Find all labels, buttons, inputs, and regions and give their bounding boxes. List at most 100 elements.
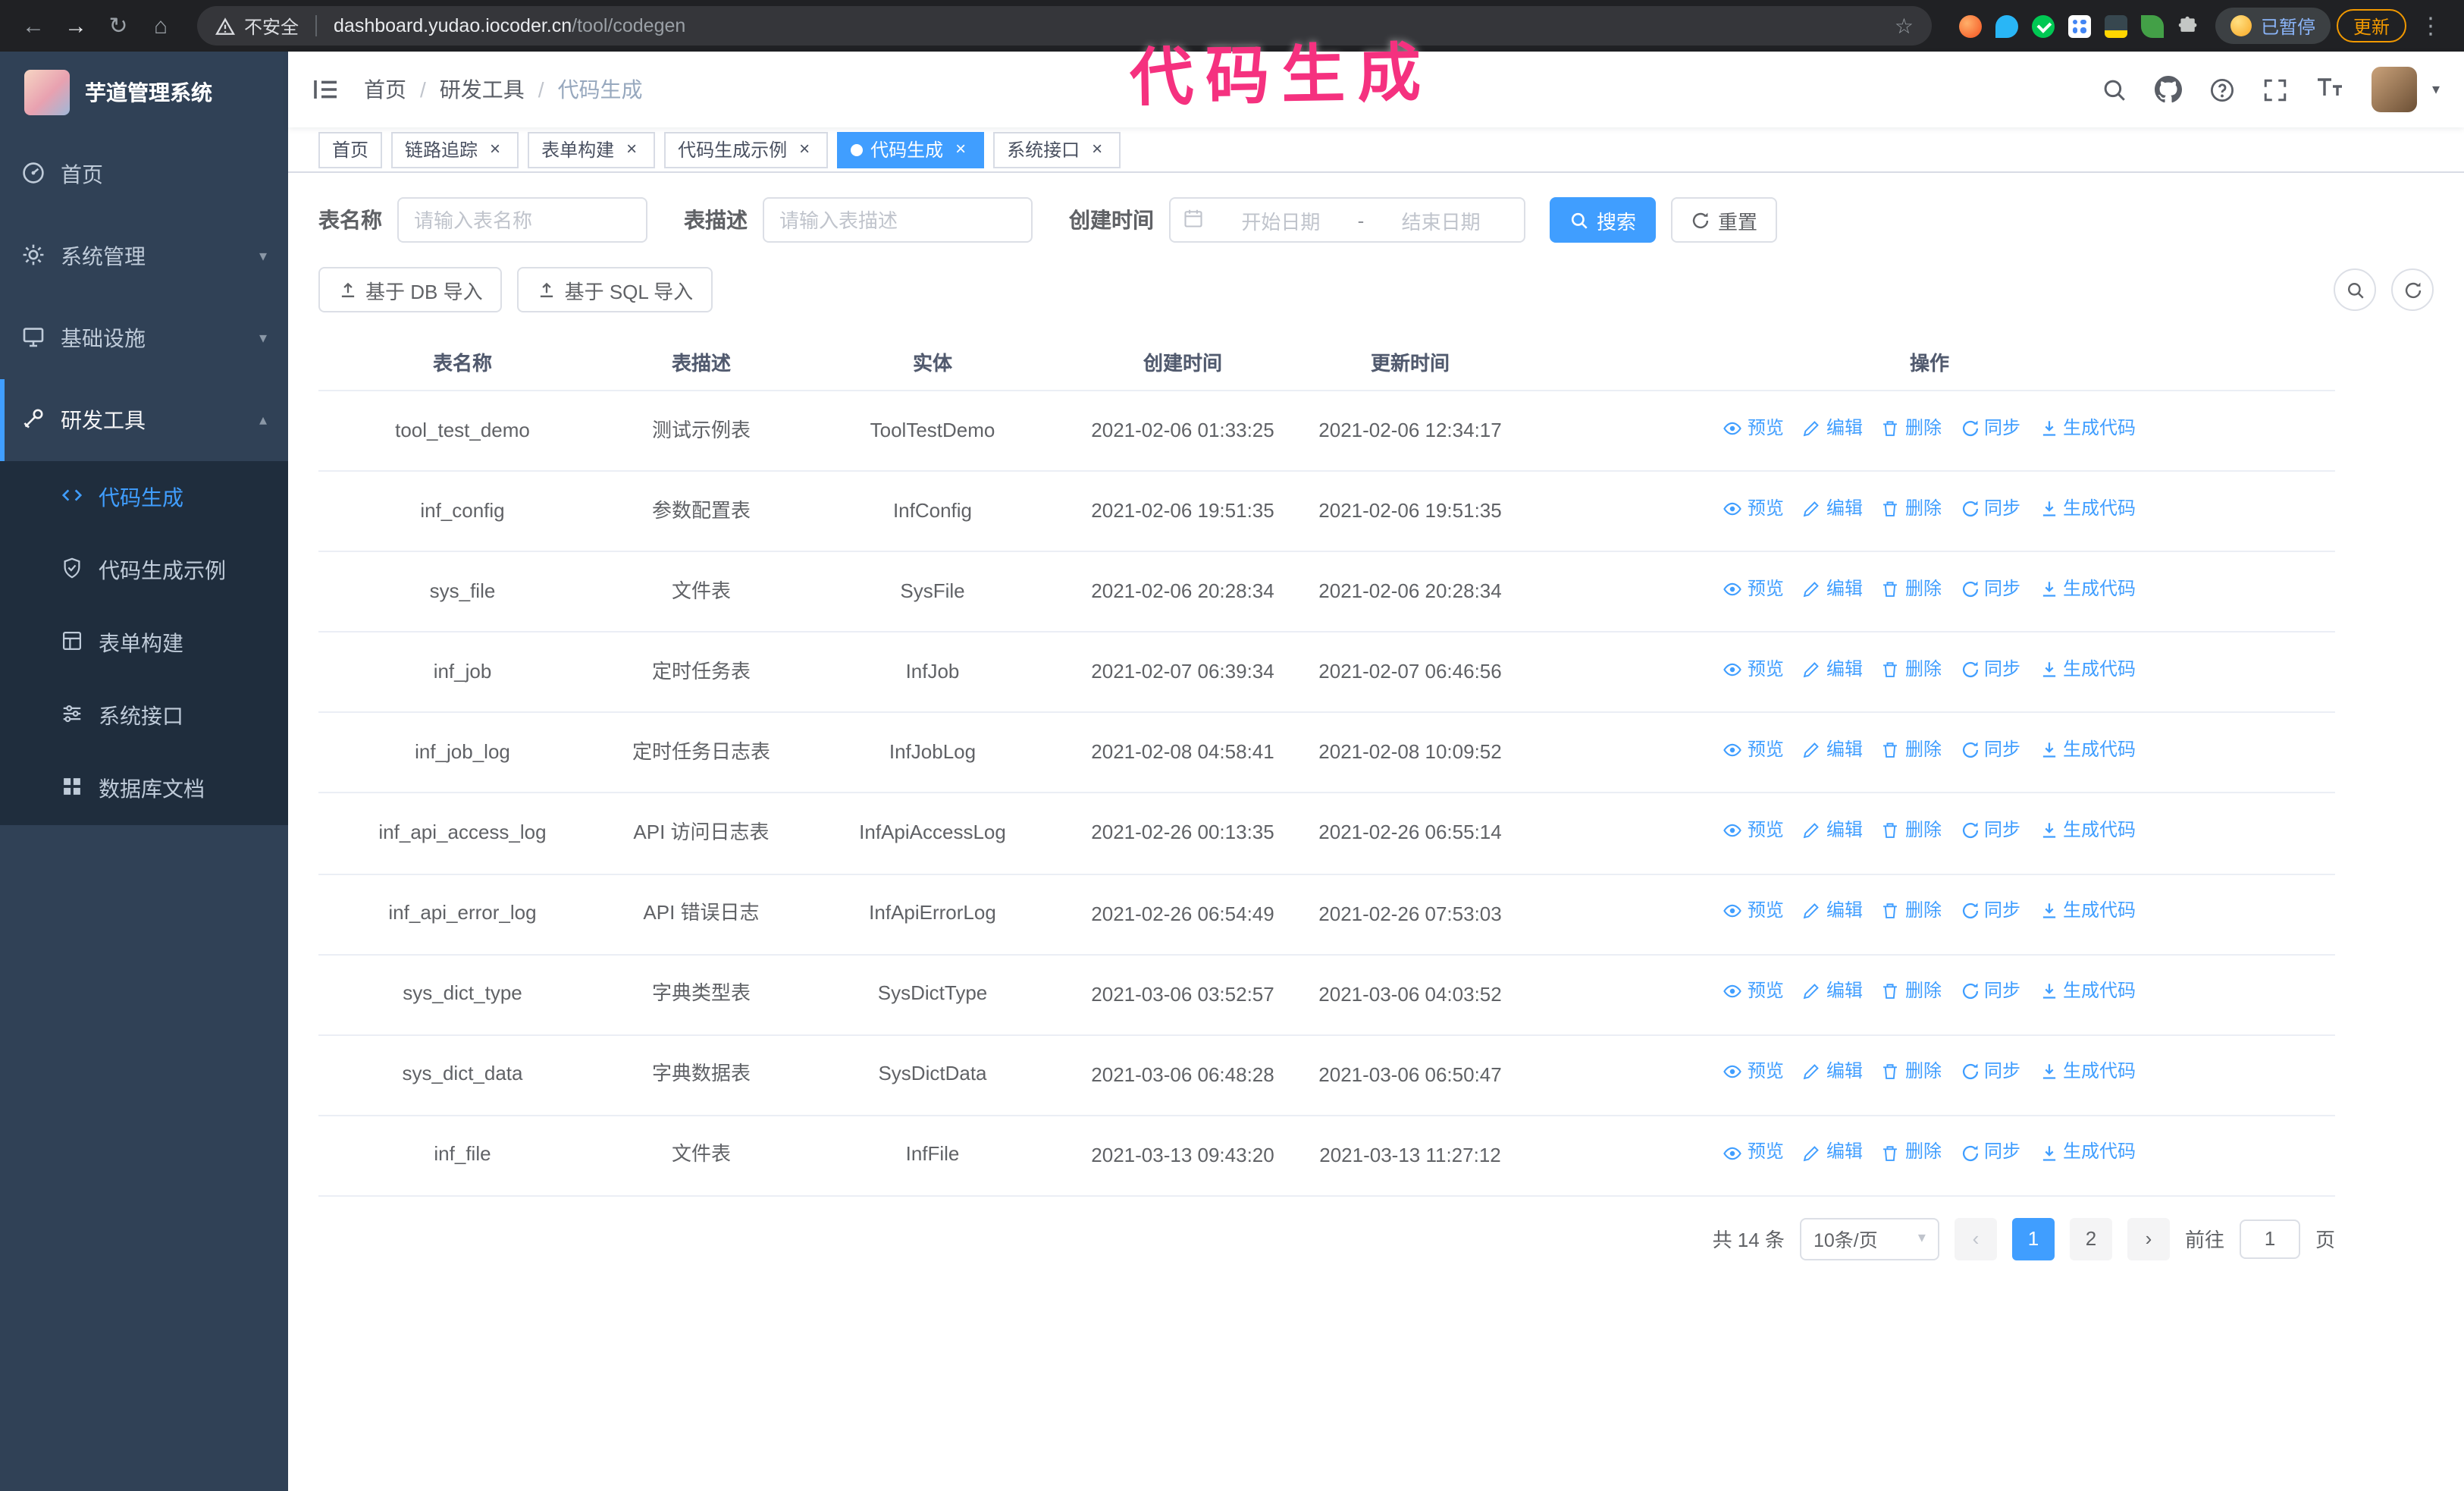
edit-action[interactable]: 编辑	[1802, 737, 1863, 764]
sidebar-item-codegen-example[interactable]: 代码生成示例	[0, 534, 288, 607]
tab-close-icon[interactable]: ×	[485, 139, 505, 159]
next-page-button[interactable]: ›	[2127, 1217, 2170, 1260]
tab-form-builder[interactable]: 表单构建 ×	[528, 131, 656, 168]
generate-code-action[interactable]: 生成代码	[2039, 495, 2136, 522]
goto-page-input[interactable]	[2239, 1219, 2300, 1259]
delete-action[interactable]: 删除	[1881, 1140, 1942, 1166]
generate-code-action[interactable]: 生成代码	[2039, 818, 2136, 844]
edit-action[interactable]: 编辑	[1802, 495, 1863, 522]
delete-action[interactable]: 删除	[1881, 737, 1942, 764]
reset-button[interactable]: 重置	[1671, 197, 1778, 243]
sync-action[interactable]: 同步	[1960, 415, 2020, 441]
preview-action[interactable]: 预览	[1723, 737, 1784, 764]
delete-action[interactable]: 删除	[1881, 898, 1942, 924]
paused-badge[interactable]: 已暂停	[2215, 8, 2331, 44]
extension-icon[interactable]	[2104, 14, 2127, 37]
import-db-button[interactable]: 基于 DB 导入	[318, 267, 503, 312]
sync-action[interactable]: 同步	[1960, 737, 2020, 764]
fullscreen-icon[interactable]	[2262, 77, 2288, 102]
bookmark-star-icon[interactable]: ☆	[1895, 13, 1914, 39]
sync-action[interactable]: 同步	[1960, 495, 2020, 522]
browser-forward-icon[interactable]: →	[58, 13, 94, 39]
generate-code-action[interactable]: 生成代码	[2039, 657, 2136, 683]
edit-action[interactable]: 编辑	[1802, 818, 1863, 844]
extension-icon[interactable]	[1958, 14, 1982, 37]
generate-code-action[interactable]: 生成代码	[2039, 1140, 2136, 1166]
create-time-range-picker[interactable]: 开始日期 - 结束日期	[1169, 197, 1525, 243]
help-icon[interactable]	[2209, 77, 2235, 102]
generate-code-action[interactable]: 生成代码	[2039, 978, 2136, 1005]
preview-action[interactable]: 预览	[1723, 818, 1784, 844]
import-sql-button[interactable]: 基于 SQL 导入	[517, 267, 713, 312]
sync-action[interactable]: 同步	[1960, 576, 2020, 602]
preview-action[interactable]: 预览	[1723, 576, 1784, 602]
edit-action[interactable]: 编辑	[1802, 657, 1863, 683]
preview-action[interactable]: 预览	[1723, 1059, 1784, 1086]
breadcrumb-item[interactable]: 研发工具	[440, 74, 525, 105]
extension-icon[interactable]	[2067, 14, 2091, 37]
extensions-puzzle-icon[interactable]	[2177, 14, 2200, 37]
tab-close-icon[interactable]: ×	[1087, 139, 1107, 159]
toggle-search-button[interactable]	[2334, 268, 2376, 311]
breadcrumb-item[interactable]: 首页	[364, 74, 406, 105]
extension-icon[interactable]	[1995, 14, 2018, 37]
preview-action[interactable]: 预览	[1723, 495, 1784, 522]
sidebar-item-infrastructure[interactable]: 基础设施 ▾	[0, 297, 288, 379]
delete-action[interactable]: 删除	[1881, 576, 1942, 602]
delete-action[interactable]: 删除	[1881, 1059, 1942, 1086]
sync-action[interactable]: 同步	[1960, 818, 2020, 844]
hamburger-icon[interactable]	[312, 77, 340, 102]
avatar-caret-icon[interactable]: ▾	[2432, 81, 2440, 98]
generate-code-action[interactable]: 生成代码	[2039, 1059, 2136, 1086]
table-desc-input[interactable]	[763, 197, 1033, 243]
tab-codegen[interactable]: 代码生成 ×	[837, 131, 985, 168]
browser-menu-icon[interactable]: ⋮	[2412, 12, 2449, 39]
browser-refresh-icon[interactable]: ↻	[100, 12, 136, 39]
sidebar-item-system-management[interactable]: 系统管理 ▾	[0, 215, 288, 297]
extension-icon[interactable]	[2140, 14, 2164, 37]
sync-action[interactable]: 同步	[1960, 1059, 2020, 1086]
user-avatar[interactable]	[2371, 67, 2417, 112]
generate-code-action[interactable]: 生成代码	[2039, 576, 2136, 602]
tab-close-icon[interactable]: ×	[951, 139, 970, 159]
preview-action[interactable]: 预览	[1723, 898, 1784, 924]
tab-home[interactable]: 首页	[318, 131, 383, 168]
sidebar-item-dev-tools[interactable]: 研发工具 ▴	[0, 379, 288, 461]
tab-close-icon[interactable]: ×	[622, 139, 641, 159]
sync-action[interactable]: 同步	[1960, 898, 2020, 924]
edit-action[interactable]: 编辑	[1802, 898, 1863, 924]
sidebar-item-home[interactable]: 首页	[0, 133, 288, 215]
extension-icon[interactable]	[2031, 14, 2055, 37]
edit-action[interactable]: 编辑	[1802, 576, 1863, 602]
page-button-1[interactable]: 1	[2011, 1217, 2055, 1260]
preview-action[interactable]: 预览	[1723, 978, 1784, 1005]
delete-action[interactable]: 删除	[1881, 818, 1942, 844]
page-size-select[interactable]: 10条/页 ▾	[1799, 1217, 1939, 1260]
generate-code-action[interactable]: 生成代码	[2039, 898, 2136, 924]
tab-tracing[interactable]: 链路追踪 ×	[391, 131, 519, 168]
tab-codegen-example[interactable]: 代码生成示例 ×	[664, 131, 829, 168]
address-bar[interactable]: 不安全 dashboard.yudao.iocoder.cn/tool/code…	[197, 6, 1932, 46]
preview-action[interactable]: 预览	[1723, 415, 1784, 441]
update-button[interactable]: 更新	[2336, 9, 2406, 42]
refresh-table-button[interactable]	[2391, 268, 2434, 311]
sidebar-item-db-doc[interactable]: 数据库文档	[0, 752, 288, 825]
generate-code-action[interactable]: 生成代码	[2039, 737, 2136, 764]
delete-action[interactable]: 删除	[1881, 657, 1942, 683]
github-icon[interactable]	[2154, 76, 2182, 103]
page-button-2[interactable]: 2	[2069, 1217, 2112, 1260]
search-button[interactable]: 搜索	[1550, 197, 1657, 243]
sidebar-item-codegen[interactable]: 代码生成	[0, 461, 288, 534]
browser-back-icon[interactable]: ←	[15, 13, 52, 39]
browser-home-icon[interactable]: ⌂	[143, 13, 179, 39]
tab-close-icon[interactable]: ×	[795, 139, 814, 159]
delete-action[interactable]: 删除	[1881, 495, 1942, 522]
preview-action[interactable]: 预览	[1723, 1140, 1784, 1166]
edit-action[interactable]: 编辑	[1802, 1059, 1863, 1086]
sidebar-item-system-api[interactable]: 系统接口	[0, 680, 288, 752]
search-icon[interactable]	[2102, 77, 2127, 102]
sync-action[interactable]: 同步	[1960, 978, 2020, 1005]
logo[interactable]: 芋道管理系统	[0, 52, 288, 133]
delete-action[interactable]: 删除	[1881, 415, 1942, 441]
sidebar-item-form-builder[interactable]: 表单构建	[0, 607, 288, 680]
